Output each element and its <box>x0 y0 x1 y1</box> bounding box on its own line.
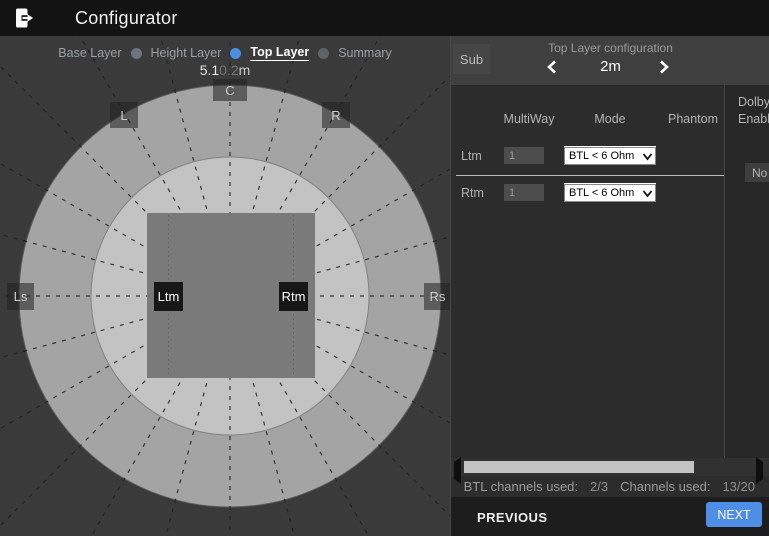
page-title: Configurator <box>75 8 178 29</box>
panel-title: Top Layer configuration <box>451 41 769 55</box>
tab-base-layer[interactable]: Base Layer <box>58 46 121 60</box>
horizontal-scrollbar[interactable] <box>451 458 769 476</box>
column-header-multiway: MultiWay <box>489 112 569 126</box>
column-header-phantom: Phantom <box>653 112 733 126</box>
layer-step-tabs: Base Layer Height Layer Top Layer Summar… <box>0 45 450 61</box>
mode-select-ltm[interactable]: BTL < 6 Ohm <box>564 147 656 165</box>
channels-used-value: 13/20 <box>722 479 755 494</box>
multiway-input-rtm[interactable] <box>504 184 544 201</box>
previous-button[interactable]: PREVIOUS <box>471 509 553 526</box>
mode-select-wrap: BTL < 6 Ohm <box>564 183 656 201</box>
configuration-panel: Top Layer configuration 2m Sub MultiWay … <box>450 36 769 536</box>
app-header: Configurator <box>0 0 769 36</box>
wizard-footer: PREVIOUS NEXT <box>451 497 769 536</box>
dolby-enabled-value[interactable]: No <box>745 163 769 182</box>
distance-value: 2m <box>451 58 769 75</box>
speaker-left[interactable]: L <box>110 102 138 128</box>
row-divider <box>456 175 724 176</box>
column-header-dolby-line2: Enabled <box>738 112 769 126</box>
column-header-dolby-line1: Dolby <box>738 95 769 109</box>
speaker-sub[interactable]: Sub <box>453 44 490 74</box>
speaker-layout-diagram: Base Layer Height Layer Top Layer Summar… <box>0 36 450 536</box>
speaker-center[interactable]: C <box>213 79 247 101</box>
mode-select-rtm[interactable]: BTL < 6 Ohm <box>564 184 656 202</box>
speaker-left-surround[interactable]: Ls <box>7 283 34 310</box>
exit-door-icon[interactable] <box>13 6 37 30</box>
panel-header: Top Layer configuration 2m Sub <box>451 36 769 86</box>
channels-used-label: Channels used: <box>620 479 710 494</box>
tab-top-layer[interactable]: Top Layer <box>250 45 309 61</box>
speaker-left-top-middle[interactable]: Ltm <box>154 282 183 311</box>
tab-height-layer[interactable]: Height Layer <box>151 46 222 60</box>
step-dot-icon <box>131 48 142 59</box>
room-plot <box>0 36 450 536</box>
speaker-right-top-middle[interactable]: Rtm <box>279 282 308 311</box>
btl-channels-label: BTL channels used: <box>464 479 578 494</box>
btl-channels-value: 2/3 <box>590 479 608 494</box>
dolby-column-strip <box>724 85 769 458</box>
row-label-rtm: Rtm <box>461 186 484 200</box>
chevron-right-icon[interactable] <box>653 56 675 78</box>
scroll-left-icon[interactable] <box>454 462 464 472</box>
speaker-right-surround[interactable]: Rs <box>424 283 450 310</box>
column-header-mode: Mode <box>570 112 650 126</box>
multiway-input-ltm[interactable] <box>504 147 544 164</box>
step-dot-icon <box>318 48 329 59</box>
tab-summary[interactable]: Summary <box>338 46 391 60</box>
speaker-config-label: 5.10.2m <box>0 62 450 78</box>
next-button[interactable]: NEXT <box>706 502 762 527</box>
row-label-ltm: Ltm <box>461 149 482 163</box>
step-dot-icon <box>230 48 241 59</box>
channel-usage-status: BTL channels used: 2/3 Channels used: 13… <box>464 479 755 494</box>
scroll-right-icon[interactable] <box>756 462 766 472</box>
mode-select-wrap: BTL < 6 Ohm <box>564 146 656 164</box>
speaker-right[interactable]: R <box>322 102 350 128</box>
scrollbar-thumb[interactable] <box>464 461 694 473</box>
